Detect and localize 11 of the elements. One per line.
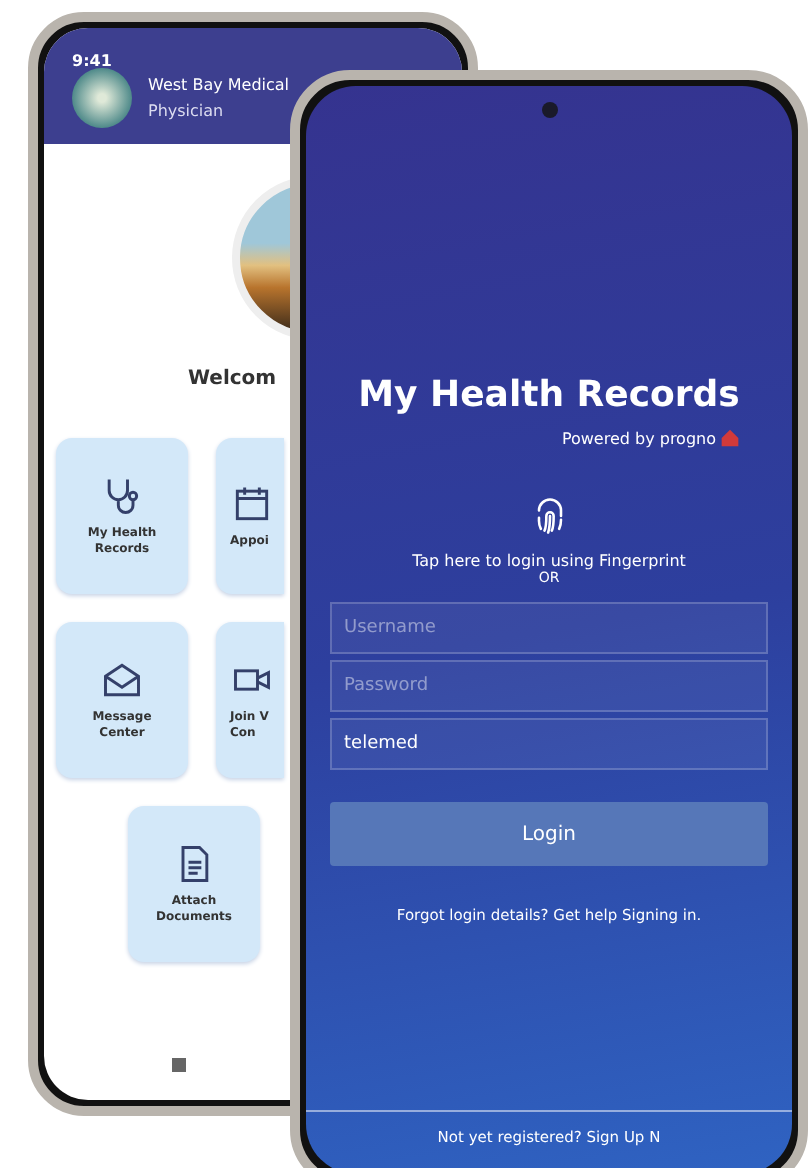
status-time: 9:41: [72, 52, 112, 70]
house-logo-icon: [720, 428, 740, 448]
fingerprint-prompt[interactable]: Tap here to login using Fingerprint: [412, 552, 686, 570]
login-button[interactable]: Login: [330, 802, 768, 866]
logo-avatar: [72, 68, 132, 128]
camera-icon: [541, 102, 557, 118]
clinic-name: West Bay Medical: [148, 76, 290, 94]
powered-by-text: Powered by progno: [561, 429, 716, 447]
welcome-text: Welcom: [188, 368, 277, 390]
user-role: Physician: [148, 102, 226, 120]
app-title: My Health Records: [358, 374, 740, 416]
